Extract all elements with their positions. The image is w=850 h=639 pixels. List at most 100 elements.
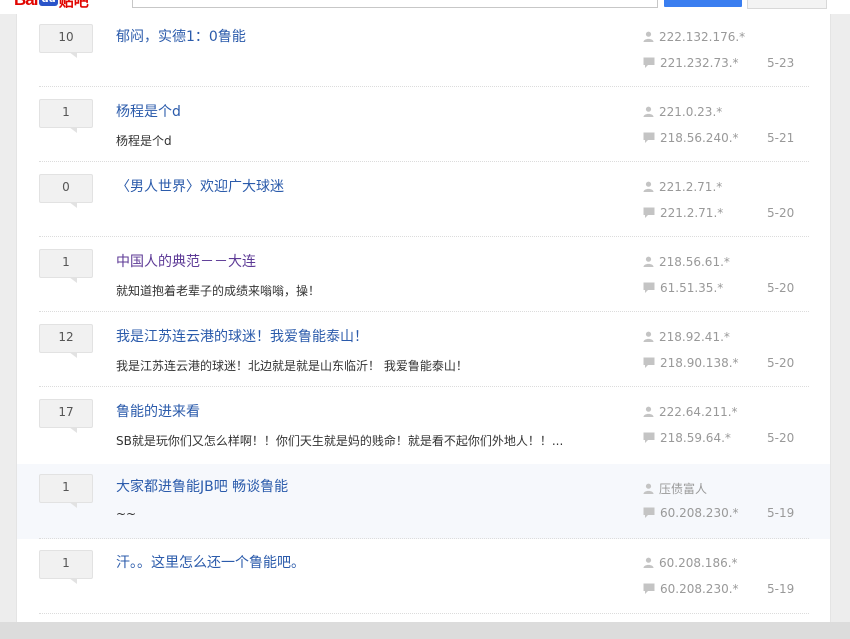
logo-tieba-text: 贴吧 [58, 0, 89, 10]
last-reply-date: 5-20 [767, 356, 795, 370]
author-name[interactable]: 221.2.71.* [659, 180, 722, 194]
thread-last-reply: 218.56.240.* [643, 131, 739, 145]
last-reply-date: 5-23 [767, 56, 795, 70]
last-replier-name[interactable]: 221.2.71.* [660, 206, 723, 220]
thread-abstract: ~~ [116, 507, 137, 521]
thread-last-reply: 61.51.35.* [643, 281, 723, 295]
last-replier-name[interactable]: 60.208.230.* [660, 582, 739, 596]
last-replier-name[interactable]: 218.56.240.* [660, 131, 739, 145]
thread-divider [39, 311, 809, 312]
reply-count-tail [69, 578, 77, 584]
thread-item: 0 〈男人世界〉欢迎广大球迷 221.2.71.* 221.2.71.* 5-2… [17, 164, 830, 239]
thread-title-link[interactable]: 〈男人世界〉欢迎广大球迷 [116, 176, 284, 196]
comment-icon [643, 132, 655, 143]
last-reply-date: 5-20 [767, 431, 795, 445]
reply-count-tail [69, 277, 77, 283]
thread-item: 1 杨程是个d 杨程是个d 221.0.23.* 218.56.240.* 5-… [17, 89, 830, 164]
search-button[interactable] [664, 0, 742, 7]
person-icon [643, 331, 654, 342]
author-name[interactable]: 218.92.41.* [659, 330, 730, 344]
thread-abstract: 我是江苏连云港的球迷！北边就是就是山东临沂！ 我爱鲁能泰山！ [116, 359, 468, 373]
thread-list: 10 郁闷，实德1：0鲁能 222.132.176.* 221.232.73.*… [16, 14, 831, 623]
thread-author: 222.64.211.* [643, 405, 738, 419]
reply-count: 17 [39, 399, 93, 428]
person-icon [643, 256, 654, 267]
secondary-search-button[interactable] [747, 0, 827, 9]
thread-divider [39, 236, 809, 237]
thread-author: 60.208.186.* [643, 556, 738, 570]
author-name[interactable]: 压债富人 [659, 482, 707, 496]
thread-title-link[interactable]: 我是江苏连云港的球迷！我爱鲁能泰山！ [116, 326, 368, 346]
thread-divider [39, 161, 809, 162]
comment-icon [643, 357, 655, 368]
last-replier-name[interactable]: 61.51.35.* [660, 281, 723, 295]
reply-count-tail [69, 202, 77, 208]
last-replier-name[interactable]: 60.208.230.* [660, 506, 739, 520]
thread-title-link[interactable]: 杨程是个d [116, 101, 181, 121]
comment-icon [643, 57, 655, 68]
thread-last-reply: 60.208.230.* [643, 506, 739, 520]
thread-item: 17 鲁能的进来看 SB就是玩你们又怎么样啊！！你们天生就是妈的贱命！就是看不起… [17, 389, 830, 464]
reply-count: 1 [39, 474, 93, 503]
last-replier-name[interactable]: 218.90.138.* [660, 356, 739, 370]
last-replier-name[interactable]: 218.59.64.* [660, 431, 731, 445]
thread-abstract: 杨程是个d [116, 134, 172, 148]
thread-abstract: SB就是玩你们又怎么样啊！！你们天生就是妈的贱命！就是看不起你们外地人！！... [116, 434, 564, 448]
person-icon [643, 406, 654, 417]
thread-title-link[interactable]: 郁闷，实德1：0鲁能 [116, 26, 246, 46]
comment-icon [643, 507, 655, 518]
author-name[interactable]: 60.208.186.* [659, 556, 738, 570]
reply-count-tail [69, 502, 77, 508]
person-icon [643, 31, 654, 42]
comment-icon [643, 583, 655, 594]
person-icon [643, 557, 654, 568]
reply-count-tail [69, 352, 77, 358]
reply-count-tail [69, 427, 77, 433]
author-name[interactable]: 222.132.176.* [659, 30, 745, 44]
thread-last-reply: 218.59.64.* [643, 431, 731, 445]
comment-icon [643, 207, 655, 218]
horizontal-scrollbar[interactable] [0, 622, 850, 639]
author-name[interactable]: 222.64.211.* [659, 405, 738, 419]
last-replier-name[interactable]: 221.232.73.* [660, 56, 739, 70]
thread-author: 218.92.41.* [643, 330, 730, 344]
comment-icon [643, 282, 655, 293]
thread-title-link[interactable]: 汗。。这里怎么还一个鲁能吧。 [116, 552, 305, 572]
person-icon [643, 106, 654, 117]
thread-divider [39, 538, 809, 539]
author-name[interactable]: 218.56.61.* [659, 255, 730, 269]
reply-count: 1 [39, 99, 93, 128]
search-input[interactable] [132, 0, 658, 8]
author-name[interactable]: 221.0.23.* [659, 105, 722, 119]
thread-title-link[interactable]: 大家都进鲁能JB吧 畅谈鲁能 [116, 476, 288, 496]
thread-author: 222.132.176.* [643, 30, 745, 44]
thread-item: 1 中国人的典范－－大连 就知道抱着老辈子的成绩来嗡嗡，操！ 218.56.61… [17, 239, 830, 314]
logo-du-badge: du [39, 0, 58, 6]
reply-count: 10 [39, 24, 93, 53]
logo-bai-text: Bai [14, 0, 38, 10]
thread-last-reply: 221.232.73.* [643, 56, 739, 70]
thread-abstract: 就知道抱着老辈子的成绩来嗡嗡，操！ [116, 284, 321, 298]
thread-author: 221.0.23.* [643, 105, 722, 119]
thread-divider [39, 86, 809, 87]
thread-last-reply: 218.90.138.* [643, 356, 739, 370]
thread-last-reply: 221.2.71.* [643, 206, 723, 220]
reply-count: 1 [39, 550, 93, 579]
thread-item-hovered: 1 大家都进鲁能JB吧 畅谈鲁能 ~~ 压债富人 60.208.230.* 5-… [17, 464, 830, 539]
reply-count-tail [69, 52, 77, 58]
person-icon [643, 483, 654, 494]
thread-author: 221.2.71.* [643, 180, 722, 194]
person-icon [643, 181, 654, 192]
comment-icon [643, 432, 655, 443]
reply-count: 12 [39, 324, 93, 353]
thread-title-link[interactable]: 鲁能的进来看 [116, 401, 200, 421]
thread-title-link[interactable]: 中国人的典范－－大连 [116, 251, 256, 271]
thread-item: 12 我是江苏连云港的球迷！我爱鲁能泰山！ 我是江苏连云港的球迷！北边就是就是山… [17, 314, 830, 389]
reply-count-tail [69, 127, 77, 133]
thread-divider [39, 386, 809, 387]
last-reply-date: 5-19 [767, 582, 795, 596]
thread-author: 218.56.61.* [643, 255, 730, 269]
thread-item: 10 郁闷，实德1：0鲁能 222.132.176.* 221.232.73.*… [17, 14, 830, 89]
thread-item: 1 汗。。这里怎么还一个鲁能吧。 60.208.186.* 60.208.230… [17, 540, 830, 615]
baidu-tieba-logo[interactable]: Bai du 贴吧 [14, 0, 89, 10]
